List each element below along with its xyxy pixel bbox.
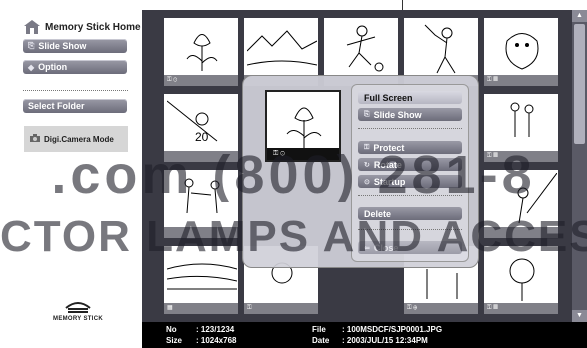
home-icon <box>24 20 40 34</box>
thumbnail-status-bar: ▦ <box>164 303 238 314</box>
slideshow-button[interactable]: ⎘ Slide Show <box>23 39 127 53</box>
sidebar-divider <box>23 90 128 91</box>
camera-icon <box>30 134 40 144</box>
date-label: Date <box>312 336 330 345</box>
info-left-column: No : 123/1234 Size : 1024x768 <box>166 324 236 346</box>
select-folder-button[interactable]: Select Folder <box>23 99 127 113</box>
full-screen-button[interactable]: Full Screen <box>358 91 462 104</box>
slideshow-icon: ⎘ <box>28 41 35 50</box>
size-label: Size <box>166 336 183 345</box>
file-info-bar: No : 123/1234 Size : 1024x768 File : 100… <box>142 322 587 348</box>
thumbnail-status-bar: ⚿ ⊕ <box>404 303 478 314</box>
popup-slideshow-label: Slide Show <box>373 109 422 120</box>
scroll-down-arrow-icon[interactable]: ▼ <box>572 310 587 322</box>
info-right-column: File : 100MSDCF/SJP0001.JPG Date : 2003/… <box>312 324 442 346</box>
scroll-thumb[interactable] <box>574 24 585 144</box>
memory-stick-logo: MEMORY STICK <box>48 300 108 322</box>
file-label: File <box>312 325 326 334</box>
thumbnail-status-bar: ⚿ ▦ <box>484 75 558 86</box>
dog-image <box>505 33 539 70</box>
svg-text:20: 20 <box>195 130 209 144</box>
watermark-line-2: CTOR LAMPS AND ACCESSORIES <box>0 215 587 259</box>
select-folder-label: Select Folder <box>28 101 85 111</box>
home-row[interactable]: Memory Stick Home <box>24 20 141 34</box>
option-button[interactable]: ◆ Option <box>23 60 127 74</box>
option-icon: ◆ <box>28 62 35 72</box>
watermark-line-1: .com (800) 281-8 <box>51 148 536 202</box>
slideshow-icon: ⎘ <box>364 110 370 118</box>
soccer-player-image <box>346 25 384 72</box>
thumbnail-tulip[interactable]: ⚿ ⊙ <box>162 16 240 88</box>
thumbnail-status-bar: ⚿ ▦ <box>484 303 558 314</box>
file-value: : 100MSDCF/SJP0001.JPG <box>342 325 443 334</box>
catcher-image: 20 <box>167 100 218 144</box>
camera-mode-label: Digi.Camera Mode <box>44 134 114 144</box>
slideshow-label: Slide Show <box>38 41 87 51</box>
tulip-image <box>186 34 218 71</box>
memory-stick-logo-text: MEMORY STICK <box>53 316 103 322</box>
date-value: : 2003/JUL/15 12:34PM <box>342 336 428 345</box>
scroll-up-arrow-icon[interactable]: ▲ <box>572 10 587 22</box>
thumbnail-status-bar: ⚿ <box>244 303 318 314</box>
option-label: Option <box>38 62 68 72</box>
full-screen-label: Full Screen <box>364 92 413 103</box>
couple-image <box>510 102 534 137</box>
home-label: Memory Stick Home <box>45 21 141 33</box>
tulip-preview-image <box>286 107 322 148</box>
number-value: : 123/1234 <box>196 325 235 334</box>
number-label: No <box>166 325 177 334</box>
size-value: : 1024x768 <box>196 336 237 345</box>
thumbnail-status-bar: ⚿ ⊙ <box>164 75 238 86</box>
thumbnail-dog[interactable]: ⚿ ▦ <box>482 16 560 88</box>
landscape-image <box>247 30 317 66</box>
menu-divider <box>358 128 462 129</box>
baseball-player-image <box>424 24 456 74</box>
popup-slideshow-button[interactable]: ⎘ Slide Show <box>358 108 462 121</box>
